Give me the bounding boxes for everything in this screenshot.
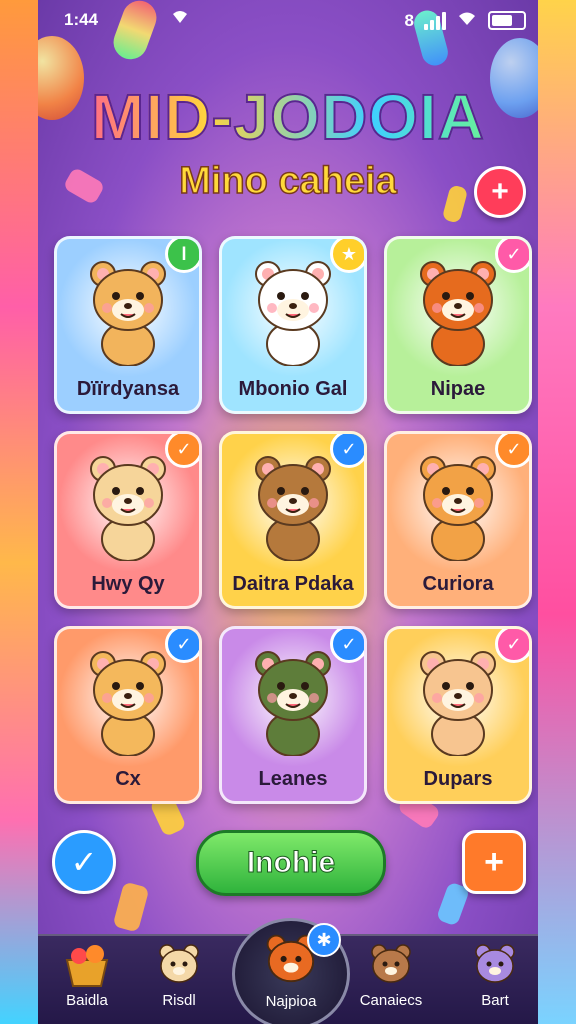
selected-badge-icon: ✓ [330, 434, 364, 468]
wifi-icon [456, 10, 478, 31]
character-name: Curiora [422, 573, 494, 595]
character-card[interactable]: Hwy Qy ✓ [54, 431, 202, 609]
game-subtitle: Mino caheia [179, 159, 398, 203]
bear-icon [365, 938, 417, 990]
signal-icon [424, 11, 446, 30]
status-bar: 1:44 8 [38, 6, 538, 34]
tab-bart[interactable]: Bart [450, 936, 538, 1020]
status-icons: 8 [405, 10, 526, 31]
character-card[interactable]: Cx ✓ [54, 626, 202, 804]
status-time: 1:44 [64, 10, 99, 29]
tab-baidla[interactable]: Baidla [42, 936, 132, 1020]
badge-glyph: ✓ [341, 633, 357, 654]
tab-canaiecs[interactable]: Canaiecs [346, 936, 436, 1020]
character-name: Nipae [430, 378, 486, 400]
badge-glyph: ★ [340, 243, 358, 264]
tab-label: Canaiecs [359, 992, 423, 1009]
selected-badge-icon: l [165, 239, 199, 273]
selected-badge-icon: ✓ [330, 629, 364, 663]
confirm-button[interactable]: ✓ [52, 830, 116, 894]
tab-label: Najpioa [265, 993, 317, 1010]
treasure-basket-icon [61, 938, 113, 990]
character-card[interactable]: Daitra Pdaka ✓ [219, 431, 367, 609]
character-name: Mbonio Gal [238, 378, 348, 400]
plus-icon: + [484, 842, 504, 881]
battery-icon [488, 11, 526, 30]
primary-action-button[interactable]: Inohie [196, 830, 386, 896]
badge-glyph: ✓ [176, 633, 192, 654]
selected-badge-icon: ✓ [165, 434, 199, 468]
bottom-tab-bar: Baidla Risdl Najpioa ✱ Canaiecs Bart [38, 918, 538, 1024]
character-name: Leanes [258, 768, 328, 790]
character-card[interactable]: Dupars ✓ [384, 626, 532, 804]
character-name: Dupars [423, 768, 493, 790]
selected-badge-icon: ✓ [495, 434, 529, 468]
badge-glyph: ✓ [506, 243, 522, 264]
badge-glyph: ✓ [176, 438, 192, 459]
character-card[interactable]: Dïïrdyansa l [54, 236, 202, 414]
character-card[interactable]: Leanes ✓ [219, 626, 367, 804]
star-badge-icon: ★ [330, 239, 364, 273]
left-background-strip [0, 0, 38, 1024]
selected-badge-icon: ✓ [495, 629, 529, 663]
game-title: MID-JODOIA [38, 80, 538, 154]
character-name: Daitra Pdaka [232, 573, 354, 595]
candy-decoration [112, 881, 150, 933]
settings-gear-icon: ✱ [307, 923, 341, 957]
add-button[interactable]: + [474, 166, 526, 218]
badge-glyph: ✓ [341, 438, 357, 459]
selected-badge-icon: ✓ [495, 239, 529, 273]
wifi-icon [170, 8, 190, 29]
game-screen: 1:44 8 MID-JODOIA Mino caheia + Dïïrdyan… [38, 0, 538, 1024]
tab-label: Risdl [162, 992, 196, 1009]
character-grid: Dïïrdyansa l Mbonio Gal ★ Nipae ✓ Hwy Qy… [54, 236, 532, 804]
right-background-strip [538, 0, 576, 1024]
character-name: Hwy Qy [91, 573, 165, 595]
status-number: 8 [404, 10, 414, 30]
tab-label: Bart [481, 992, 509, 1009]
character-card[interactable]: Mbonio Gal ★ [219, 236, 367, 414]
badge-glyph: ✓ [506, 633, 522, 654]
tab-najpioa[interactable]: Najpioa ✱ [232, 918, 350, 1024]
badge-glyph: ✓ [506, 438, 522, 459]
purple-cat-icon [469, 938, 521, 990]
character-name: Dïïrdyansa [76, 378, 180, 400]
tab-risdl[interactable]: Risdl [134, 936, 224, 1020]
tab-label: Baidla [66, 992, 108, 1009]
badge-glyph: l [181, 243, 187, 264]
selected-badge-icon: ✓ [165, 629, 199, 663]
checkmark-icon: ✓ [70, 844, 98, 880]
add-character-button[interactable]: + [462, 830, 526, 894]
party-cat-icon [153, 938, 205, 990]
character-name: Cx [115, 768, 141, 790]
plus-icon: + [491, 175, 509, 208]
character-card[interactable]: Nipae ✓ [384, 236, 532, 414]
character-card[interactable]: Curiora ✓ [384, 431, 532, 609]
